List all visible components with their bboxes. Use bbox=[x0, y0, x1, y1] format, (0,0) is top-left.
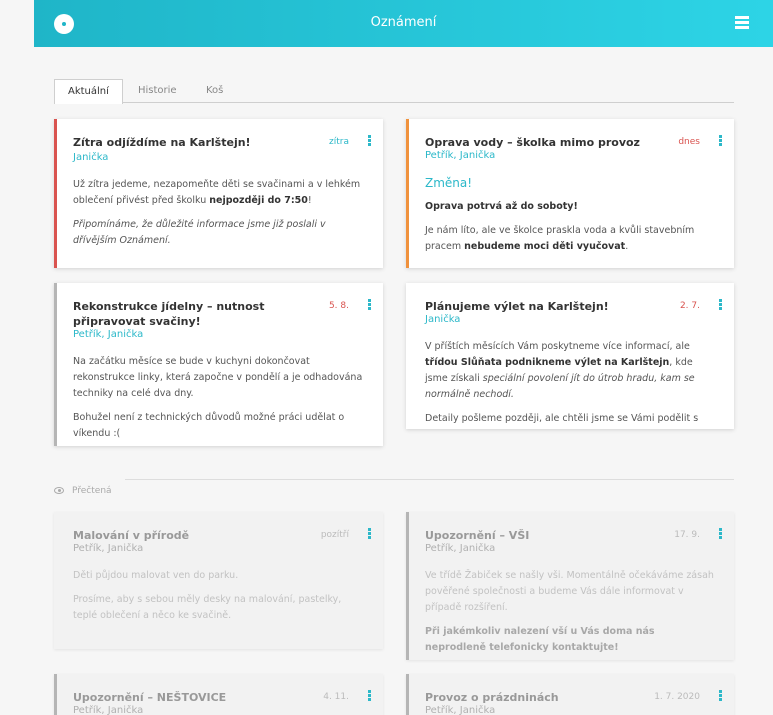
announcement-card[interactable]: Rekonstrukce jídelny – nutnost připravov… bbox=[54, 283, 383, 446]
card-date: 1. 7. 2020 bbox=[654, 692, 700, 702]
card-body: Na začátku měsíce se bude v kuchyni doko… bbox=[73, 356, 363, 439]
read-announcement-card[interactable]: Malování v přírodě pozítří Petřík, Janič… bbox=[54, 512, 383, 649]
card-date: pozítří bbox=[320, 530, 349, 540]
more-options-icon[interactable] bbox=[368, 135, 372, 147]
card-authors: Janička bbox=[73, 152, 109, 163]
tab-current[interactable]: Aktuální bbox=[54, 79, 123, 104]
card-date: dnes bbox=[678, 137, 700, 147]
read-announcement-card[interactable]: Upozornění – VŠI 17. 9. Petřík, Janička … bbox=[406, 512, 734, 660]
change-label: Změna! bbox=[425, 176, 473, 190]
announcement-card[interactable]: Oprava vody – školka mimo provoz dnes Pe… bbox=[406, 119, 734, 268]
more-options-icon[interactable] bbox=[719, 299, 723, 311]
card-authors: Petřík, Janička bbox=[73, 543, 144, 554]
card-body: Děti půjdou malovat ven do parku. Prosím… bbox=[73, 570, 342, 621]
card-date: 5. 8. bbox=[328, 301, 349, 311]
more-options-icon[interactable] bbox=[368, 528, 372, 540]
menu-icon[interactable] bbox=[735, 16, 749, 30]
app-header: Oznámení bbox=[34, 0, 773, 47]
card-title: Rekonstrukce jídelny – nutnost připravov… bbox=[73, 300, 265, 328]
read-announcement-card[interactable]: Provoz o prázdninách 1. 7. 2020 Petřík, … bbox=[406, 674, 734, 715]
section-divider bbox=[125, 479, 734, 480]
tab-trash[interactable]: Koš bbox=[206, 79, 223, 103]
card-title: Upozornění – VŠI bbox=[425, 529, 530, 542]
card-authors: Petřík, Janička bbox=[73, 329, 144, 340]
card-authors: Janička bbox=[425, 314, 461, 325]
priority-bar bbox=[54, 674, 57, 715]
read-announcement-card[interactable]: Upozornění – NEŠTOVICE 4. 11. Petřík, Ja… bbox=[54, 674, 383, 715]
priority-bar bbox=[406, 512, 409, 660]
card-body: Změna! Oprava potrvá až do soboty! Je ná… bbox=[425, 175, 718, 263]
card-title: Plánujeme výlet na Karlštejn! bbox=[425, 300, 609, 313]
card-authors: Petřík, Janička bbox=[425, 705, 496, 715]
card-title: Oprava vody – školka mimo provoz bbox=[425, 136, 640, 149]
card-title: Malování v přírodě bbox=[73, 529, 190, 542]
card-title: Provoz o prázdninách bbox=[425, 691, 559, 704]
page-title: Oznámení bbox=[370, 15, 437, 30]
announcement-card[interactable]: Plánujeme výlet na Karlštejn! 2. 7. Jani… bbox=[406, 283, 734, 429]
priority-bar bbox=[54, 119, 57, 268]
tab-bar: Aktuální Historie Koš bbox=[54, 79, 734, 104]
priority-bar bbox=[406, 119, 409, 268]
card-title: Upozornění – NEŠTOVICE bbox=[73, 691, 227, 704]
card-authors: Petřík, Janička bbox=[425, 543, 496, 554]
tab-history[interactable]: Historie bbox=[138, 79, 177, 103]
priority-bar bbox=[406, 674, 409, 715]
card-date: zítra bbox=[329, 137, 349, 147]
card-authors: Petřík, Janička bbox=[73, 705, 144, 715]
more-options-icon[interactable] bbox=[368, 690, 372, 702]
announcement-card[interactable]: Zítra odjíždíme na Karlštejn! zítra Jani… bbox=[54, 119, 383, 268]
card-body: Ve třídě Žabiček se našly vši. Momentáln… bbox=[425, 570, 714, 653]
priority-bar bbox=[54, 283, 57, 446]
card-title: Zítra odjíždíme na Karlštejn! bbox=[73, 136, 251, 149]
eye-icon bbox=[54, 487, 64, 494]
card-body: V příštích měsících Vám poskytneme více … bbox=[425, 341, 699, 424]
card-body: Už zítra jedeme, nezapomeňte děti se sva… bbox=[73, 179, 361, 246]
card-authors: Petřík, Janička bbox=[425, 150, 496, 161]
card-date: 2. 7. bbox=[679, 301, 700, 311]
more-options-icon[interactable] bbox=[719, 528, 723, 540]
read-section-label: Přečtená bbox=[54, 486, 112, 496]
more-options-icon[interactable] bbox=[368, 299, 372, 311]
card-date: 17. 9. bbox=[674, 530, 700, 540]
more-options-icon[interactable] bbox=[719, 690, 723, 702]
card-date: 4. 11. bbox=[323, 692, 349, 702]
more-options-icon[interactable] bbox=[719, 135, 723, 147]
